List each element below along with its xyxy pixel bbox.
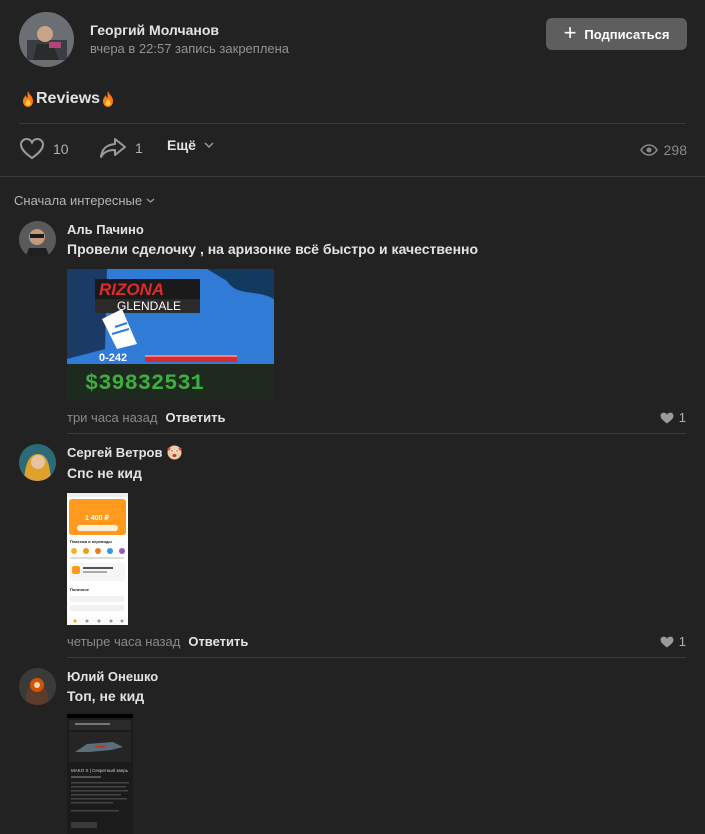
views-count: 298 [663, 142, 687, 158]
commenter-avatar[interactable] [19, 668, 56, 705]
comment-like-button[interactable]: 1 [660, 410, 686, 425]
commenter-name-label: Сергей Ветров [67, 445, 163, 460]
like-button[interactable]: 10 [19, 137, 69, 161]
post-actions: 10 1 Ещё 298 [19, 137, 687, 163]
sort-label: Сначала интересные [14, 193, 143, 208]
heart-icon [660, 412, 674, 423]
author-name[interactable]: Георгий Молчанов [90, 22, 219, 38]
commenter-name[interactable]: Сергей Ветров [67, 445, 182, 460]
views-counter: 298 [639, 137, 687, 163]
comment-text: Топ, не кид [67, 688, 145, 704]
reply-button[interactable]: Ответить [188, 634, 248, 649]
commenter-avatar[interactable] [19, 221, 56, 258]
chevron-down-icon [204, 142, 214, 149]
share-count: 1 [135, 140, 143, 156]
comment-image[interactable]: RIZONA GLENDALE 0-242 $39832531 [67, 269, 274, 400]
divider [67, 657, 686, 658]
comment-time: три часа назад [67, 410, 158, 425]
commenter-avatar[interactable] [19, 444, 56, 481]
comments-sort-dropdown[interactable]: Сначала интересные [14, 193, 155, 208]
comment-like-count: 1 [678, 634, 686, 649]
heart-icon [19, 137, 45, 160]
comment-like-button[interactable]: 1 [660, 634, 686, 649]
game-logo-text: RIZONA [99, 280, 164, 299]
commenter-name[interactable]: Аль Пачино [67, 222, 144, 237]
comment-text: Спс не кид [67, 465, 142, 481]
subscribe-label: Подписаться [584, 26, 670, 42]
game-money-text: $39832531 [85, 371, 204, 396]
heart-icon [660, 636, 674, 647]
comment-image[interactable]: MAKO S | Секретный зверь [67, 714, 133, 834]
phone-amount-text: 1 400 ₽ [85, 514, 109, 522]
emoji-icon [167, 445, 181, 460]
comment-image[interactable]: 1 400 ₽ Платежи и переводы Полезное [67, 493, 128, 625]
plus-icon: + [563, 20, 577, 45]
comment-like-count: 1 [678, 410, 686, 425]
post-text-label: Reviews [36, 90, 101, 107]
fire-icon [103, 91, 114, 107]
chevron-down-icon [146, 198, 155, 203]
comment-text: Провели сделочку , на аризонке всё быстр… [67, 241, 479, 257]
divider [19, 123, 686, 124]
game-id-text: 0-242 [99, 352, 127, 364]
more-label: Ещё [167, 137, 196, 153]
share-button[interactable]: 1 [99, 137, 143, 159]
eye-icon [639, 144, 658, 156]
more-button[interactable]: Ещё [167, 137, 214, 153]
subscribe-button[interactable]: + Подписаться [546, 18, 687, 50]
game-server-text: GLENDALE [117, 299, 181, 313]
author-avatar[interactable] [19, 12, 74, 67]
comment-footer: три часа назад Ответить [67, 410, 226, 425]
reply-button[interactable]: Ответить [165, 410, 225, 425]
comment-footer: четыре часа назад Ответить [67, 634, 248, 649]
commenter-name[interactable]: Юлий Онешко [67, 669, 158, 684]
post: Георгий Молчанов вчера в 22:57 запись за… [0, 0, 705, 177]
phone-section-text: Полезное [70, 587, 90, 592]
post-meta: вчера в 22:57 запись закреплена [90, 41, 290, 56]
phone-title-text: MAKO S | Секретный зверь [71, 767, 129, 773]
post-text: Reviews [20, 90, 116, 108]
phone-section-text: Платежи и переводы [70, 539, 112, 544]
divider [67, 433, 686, 434]
comment-time: четыре часа назад [67, 634, 181, 649]
like-count: 10 [53, 141, 69, 157]
share-icon [100, 138, 126, 158]
fire-icon [23, 91, 33, 107]
